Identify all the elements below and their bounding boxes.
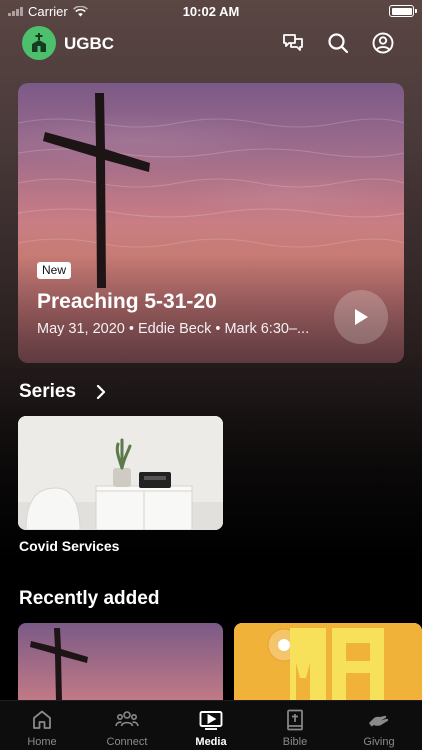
hero-meta: May 31, 2020 • Eddie Beck • Mark 6:30–..… bbox=[37, 321, 310, 337]
series-thumbnail bbox=[18, 416, 223, 530]
chat-icon[interactable] bbox=[281, 31, 305, 55]
tab-connect-label: Connect bbox=[106, 736, 148, 748]
profile-icon[interactable] bbox=[371, 31, 395, 55]
tab-giving[interactable]: Giving bbox=[337, 701, 421, 750]
featured-media-card[interactable]: New Preaching 5-31-20 May 31, 2020 • Edd… bbox=[18, 83, 404, 363]
tab-bible[interactable]: Bible bbox=[253, 701, 337, 750]
bible-icon bbox=[287, 709, 303, 731]
tab-media-label: Media bbox=[195, 736, 227, 748]
tab-giving-label: Giving bbox=[363, 736, 395, 748]
tab-bible-label: Bible bbox=[282, 736, 308, 748]
recent-thumbnail-mark bbox=[234, 623, 422, 701]
status-bar: Carrier 10:02 AM bbox=[0, 0, 422, 22]
recently-added-heading: Recently added bbox=[19, 588, 160, 609]
church-icon bbox=[32, 33, 46, 52]
home-icon bbox=[33, 710, 51, 729]
app-title: UGBC bbox=[64, 34, 115, 53]
tab-connect[interactable]: Connect bbox=[85, 701, 169, 750]
play-button[interactable] bbox=[334, 290, 388, 344]
status-time: 10:02 AM bbox=[182, 4, 240, 19]
hero-title: Preaching 5-31-20 bbox=[37, 290, 217, 313]
battery-icon bbox=[389, 5, 417, 17]
people-icon bbox=[115, 711, 139, 727]
tab-home-label: Home bbox=[27, 736, 57, 748]
series-card-covid[interactable] bbox=[18, 416, 223, 530]
tab-bar: Home Connect Media Bible Giving bbox=[0, 700, 422, 750]
app-header: UGBC bbox=[0, 26, 422, 62]
new-badge: New bbox=[37, 262, 72, 279]
play-icon bbox=[199, 711, 223, 730]
tab-media[interactable]: Media bbox=[169, 701, 253, 750]
recent-card-preaching[interactable] bbox=[18, 623, 223, 701]
recent-card-mark[interactable] bbox=[234, 623, 422, 701]
series-card-label[interactable]: Covid Services bbox=[19, 538, 119, 554]
tab-home[interactable]: Home bbox=[0, 701, 84, 750]
giving-icon bbox=[369, 715, 389, 727]
recent-thumbnail-cross bbox=[18, 623, 223, 701]
chevron-right-icon[interactable] bbox=[95, 385, 107, 399]
play-icon bbox=[355, 309, 368, 325]
search-icon[interactable] bbox=[326, 31, 350, 55]
church-logo[interactable] bbox=[22, 26, 56, 60]
series-heading[interactable]: Series bbox=[19, 381, 76, 403]
